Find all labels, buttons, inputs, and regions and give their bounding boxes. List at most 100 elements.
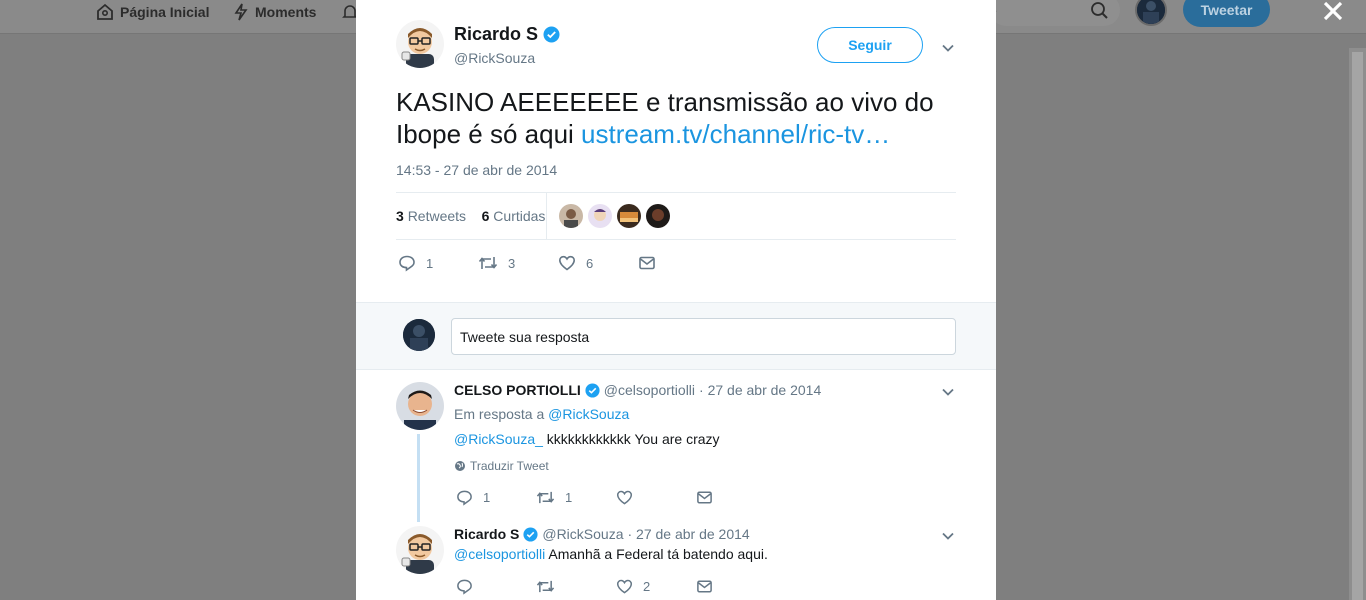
cartoon-avatar-image	[396, 20, 444, 68]
reply-body: kkkkkkkkkkkk You are crazy	[542, 431, 720, 447]
lightning-icon	[234, 3, 248, 21]
retweet-action[interactable]: 3	[478, 254, 515, 272]
reply-icon	[457, 579, 472, 595]
reply-action[interactable]: 1	[456, 489, 490, 506]
heart-icon	[558, 255, 576, 271]
author-avatar[interactable]	[396, 20, 444, 68]
own-avatar	[403, 319, 435, 351]
nav-home-label: Página Inicial	[120, 4, 210, 20]
divider	[396, 239, 956, 240]
reply-composer: Tweete sua resposta	[356, 302, 996, 370]
own-avatar-image	[403, 319, 435, 351]
retweet-icon	[536, 580, 555, 593]
nav-moments[interactable]: Moments	[233, 2, 316, 22]
like-action[interactable]: 2	[616, 578, 650, 595]
reply-author-name: Ricardo S	[454, 526, 520, 542]
home-icon	[97, 3, 113, 20]
main-tweet: Ricardo S @RickSouza Seguir KASINO AEEEE…	[356, 0, 996, 302]
translate-tweet[interactable]: Traduzir Tweet	[454, 459, 549, 473]
reply-mention[interactable]: @RickSouza_	[454, 431, 543, 447]
liker-image	[588, 204, 612, 228]
liker-image	[617, 204, 641, 228]
chevron-down-icon[interactable]	[941, 529, 955, 543]
tweet-timestamp[interactable]: 14:53 - 27 de abr de 2014	[396, 162, 557, 178]
reply-author-name: CELSO PORTIOLLI	[454, 382, 581, 398]
close-icon[interactable]	[1322, 0, 1344, 22]
like-action[interactable]: 6	[558, 254, 593, 272]
tweet-stats: 3 Retweets 6 Curtidas	[396, 208, 545, 224]
likes-label: Curtidas	[493, 208, 546, 224]
in-reply-prefix: Em resposta a	[454, 406, 549, 422]
search-icon[interactable]	[1090, 1, 1110, 21]
likers-avatars	[559, 204, 675, 228]
verified-badge-icon	[543, 26, 560, 43]
chevron-down-icon[interactable]	[941, 385, 955, 399]
liker-avatar[interactable]	[617, 204, 641, 228]
message-action[interactable]	[638, 254, 666, 272]
heart-icon	[616, 579, 633, 594]
verified-badge-icon	[523, 526, 538, 542]
thread-line	[417, 434, 420, 522]
like-action[interactable]	[616, 489, 643, 506]
reply-author-avatar[interactable]	[396, 526, 444, 574]
reply-count: 1	[483, 490, 491, 505]
tweet-modal: Ricardo S @RickSouza Seguir KASINO AEEEE…	[356, 0, 996, 600]
envelope-icon	[697, 580, 712, 593]
retweets-count: 3	[396, 208, 404, 224]
reply-author[interactable]: CELSO PORTIOLLI @celsoportiolli · 27 de …	[454, 382, 821, 398]
retweet-icon	[478, 257, 498, 269]
retweet-count: 1	[565, 490, 573, 505]
reply-count: 1	[426, 255, 434, 271]
tweet-button[interactable]: Tweetar	[1183, 0, 1270, 27]
reply-mention[interactable]: @celsoportiolli	[454, 546, 545, 562]
tweet-text: KASINO AEEEEEEE e transmissão ao vivo do…	[396, 86, 966, 150]
reply-input[interactable]: Tweete sua resposta	[451, 318, 956, 355]
reply-date[interactable]: · 27 de abr de 2014	[699, 382, 821, 398]
retweet-icon	[536, 491, 555, 504]
reply-icon	[457, 490, 472, 506]
retweet-action[interactable]	[536, 578, 565, 595]
reply-avatar-image	[396, 382, 444, 430]
liker-image	[646, 204, 670, 228]
liker-avatar[interactable]	[588, 204, 612, 228]
translate-label: Traduzir Tweet	[470, 459, 549, 473]
tweet-link[interactable]: ustream.tv/channel/ric-tv…	[581, 119, 890, 149]
like-count: 6	[586, 255, 594, 271]
nav-home[interactable]: Página Inicial	[96, 2, 209, 22]
likes-stat[interactable]: 6 Curtidas	[482, 208, 546, 224]
reply-date[interactable]: · 27 de abr de 2014	[628, 526, 750, 542]
verified-badge-icon	[585, 382, 600, 398]
author-name[interactable]: Ricardo S	[454, 24, 560, 45]
nav-avatar[interactable]	[1135, 0, 1167, 26]
retweet-count: 3	[508, 255, 516, 271]
avatar-image	[1137, 0, 1165, 24]
reply-author[interactable]: Ricardo S @RickSouza · 27 de abr de 2014	[454, 526, 750, 542]
chevron-down-icon[interactable]	[941, 41, 955, 55]
retweets-label: Retweets	[407, 208, 467, 224]
globe-icon	[455, 461, 465, 471]
reply-icon	[399, 255, 415, 272]
message-action[interactable]	[696, 578, 723, 595]
divider	[396, 192, 956, 193]
liker-image	[559, 204, 583, 228]
follow-button[interactable]: Seguir	[817, 27, 923, 63]
in-reply-handle[interactable]: @RickSouza	[548, 406, 629, 422]
reply-action[interactable]: 1	[398, 254, 433, 272]
message-action[interactable]	[696, 489, 723, 506]
author-handle[interactable]: @RickSouza	[454, 50, 535, 66]
retweets-stat[interactable]: 3 Retweets	[396, 208, 466, 224]
heart-icon	[616, 490, 633, 505]
reply-action[interactable]	[456, 578, 483, 595]
reply-text: @celsoportiolli Amanhã a Federal tá bate…	[454, 546, 768, 562]
reply-author-handle: @RickSouza	[542, 526, 624, 542]
cartoon-avatar-image	[396, 526, 444, 574]
nav-moments-label: Moments	[255, 4, 317, 20]
retweet-action[interactable]: 1	[536, 489, 572, 506]
likes-count: 6	[481, 208, 490, 224]
reply-text: @RickSouza_ kkkkkkkkkkkk You are crazy	[454, 431, 720, 447]
reply-author-avatar[interactable]	[396, 382, 444, 430]
liker-avatar[interactable]	[646, 204, 670, 228]
like-count: 2	[643, 579, 651, 594]
liker-avatar[interactable]	[559, 204, 583, 228]
scrollbar-thumb[interactable]	[1352, 52, 1363, 600]
